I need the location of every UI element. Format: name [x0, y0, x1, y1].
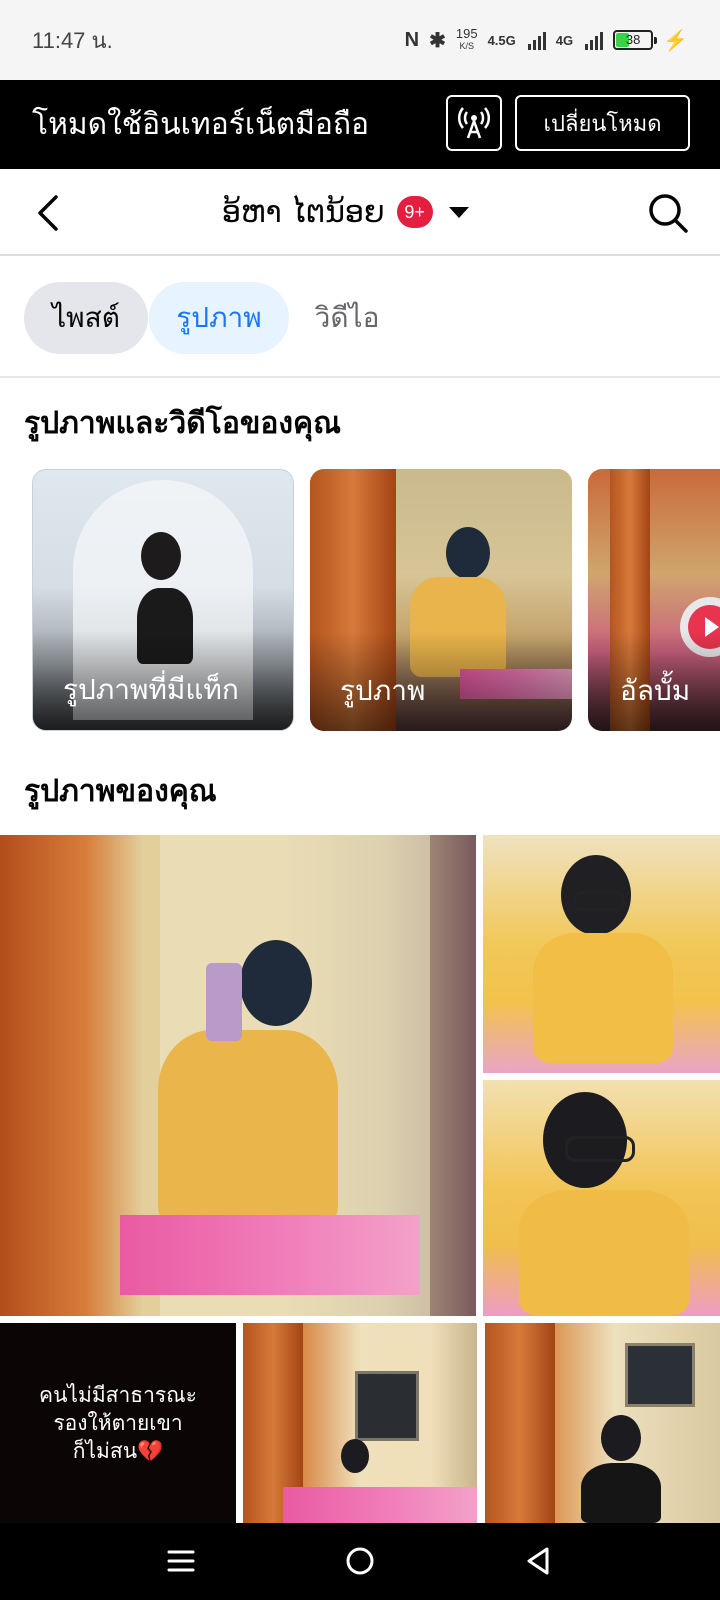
search-button[interactable] — [646, 191, 690, 235]
photo-outfit — [581, 1463, 661, 1523]
signal-bars-1-icon — [527, 30, 546, 50]
profile-name: ອ້ຫາ ໄຕນ້ອຍ — [222, 194, 385, 230]
signal-label-2: 4G — [555, 32, 574, 48]
album-thumbnail-person — [141, 532, 181, 580]
album-card-photos[interactable]: รูปภาพ — [310, 469, 572, 731]
nav-header: ອ້ຫາ ໄຕນ້ອຍ 9+ — [0, 169, 720, 256]
home-circle-icon — [346, 1547, 374, 1575]
photo-tile-text-post[interactable]: คนไม่มีสาธารณะ รองให้ตายเขา ก็ไม่สน💔 — [0, 1323, 236, 1523]
signal-label-1: 4.5G — [487, 32, 516, 48]
album-card-tagged[interactable]: รูปภาพที่มีแท็ก — [32, 469, 294, 731]
recent-apps-button[interactable] — [157, 1539, 205, 1583]
charging-bolt-icon: ⚡ — [663, 29, 688, 52]
broadcast-tower-icon — [458, 107, 490, 139]
photo-shirt — [519, 1190, 689, 1316]
mobile-data-mode-banner: โหมดใช้อินเทอร์เน็ตมือถือ เปลี่ยนโหมด — [0, 80, 720, 169]
status-time: 11:47 น. — [32, 27, 113, 53]
nfc-icon: N — [404, 28, 420, 51]
photos-section-title: รูปภาพของคุณ — [24, 774, 217, 809]
system-nav-bar — [0, 1523, 720, 1600]
album-card-albums[interactable]: อัลบั้ม — [588, 469, 720, 731]
search-icon — [649, 194, 688, 233]
photo-glasses — [565, 1136, 635, 1162]
broadcast-button[interactable] — [446, 95, 502, 151]
system-back-button[interactable] — [514, 1539, 562, 1583]
menu-lines-icon — [167, 1550, 195, 1572]
tab-photos[interactable]: รูปภาพ — [149, 282, 289, 354]
notification-badge: 9+ — [396, 196, 433, 228]
network-speed: 195 K/S — [455, 26, 478, 52]
photo-person — [601, 1415, 641, 1461]
photo-tile[interactable] — [243, 1323, 477, 1523]
album-label: รูปภาพที่มีแท็ก — [63, 673, 239, 706]
album-thumbnail-person — [446, 527, 490, 579]
text-post-caption: คนไม่มีสาธารณะ รองให้ตายเขา ก็ไม่สน💔 — [39, 1383, 197, 1463]
bluetooth-icon: ✱ — [429, 29, 446, 52]
profile-switcher[interactable]: ອ້ຫາ ໄຕນ້ອຍ 9+ — [222, 189, 469, 235]
photo-bed — [283, 1487, 477, 1523]
albums-section-title: รูปภาพและวิดีโอของคุณ — [24, 406, 341, 441]
mode-banner-text: โหมดใช้อินเทอร์เน็ตมือถือ — [32, 107, 370, 142]
photo-tile[interactable] — [0, 835, 476, 1316]
caret-down-icon — [448, 206, 469, 218]
photo-person — [341, 1439, 369, 1473]
net-speed-value: 195 — [455, 26, 478, 41]
tab-videos[interactable]: วิดีไอ — [298, 282, 396, 354]
photo-tile[interactable] — [483, 835, 720, 1073]
album-label: อัลบั้ม — [620, 674, 691, 707]
photo-glasses — [573, 891, 625, 911]
photo-window — [355, 1371, 419, 1441]
net-speed-unit: K/S — [459, 41, 474, 51]
photo-person — [240, 940, 312, 1026]
album-label: รูปภาพ — [340, 674, 426, 707]
status-bar: 11:47 น. N ✱ 195 K/S 4.5G 4G 38 ⚡ — [0, 0, 720, 80]
photo-phone — [206, 963, 242, 1041]
home-button[interactable] — [336, 1539, 384, 1583]
photo-mirror-frame — [485, 1323, 555, 1523]
signal-bars-2-icon — [585, 30, 604, 50]
status-icons: N ✱ 195 K/S 4.5G 4G 38 ⚡ — [404, 26, 688, 53]
photo-window — [625, 1343, 695, 1407]
back-triangle-icon — [527, 1547, 549, 1575]
photo-bed — [120, 1215, 420, 1295]
battery-icon: 38 — [613, 30, 658, 50]
photo-shirt — [158, 1030, 338, 1230]
switch-mode-button[interactable]: เปลี่ยนโหมด — [515, 95, 690, 151]
photo-tile[interactable] — [483, 1080, 720, 1316]
photo-tile[interactable] — [485, 1323, 720, 1523]
photo-tabs: ไพสต์ รูปภาพ วิดีไอ — [0, 258, 720, 378]
back-button[interactable] — [28, 191, 68, 235]
chevron-left-icon — [38, 195, 58, 231]
battery-level: 38 — [625, 32, 641, 47]
photo-shirt — [533, 933, 673, 1063]
tab-posts[interactable]: ไพสต์ — [24, 282, 148, 354]
